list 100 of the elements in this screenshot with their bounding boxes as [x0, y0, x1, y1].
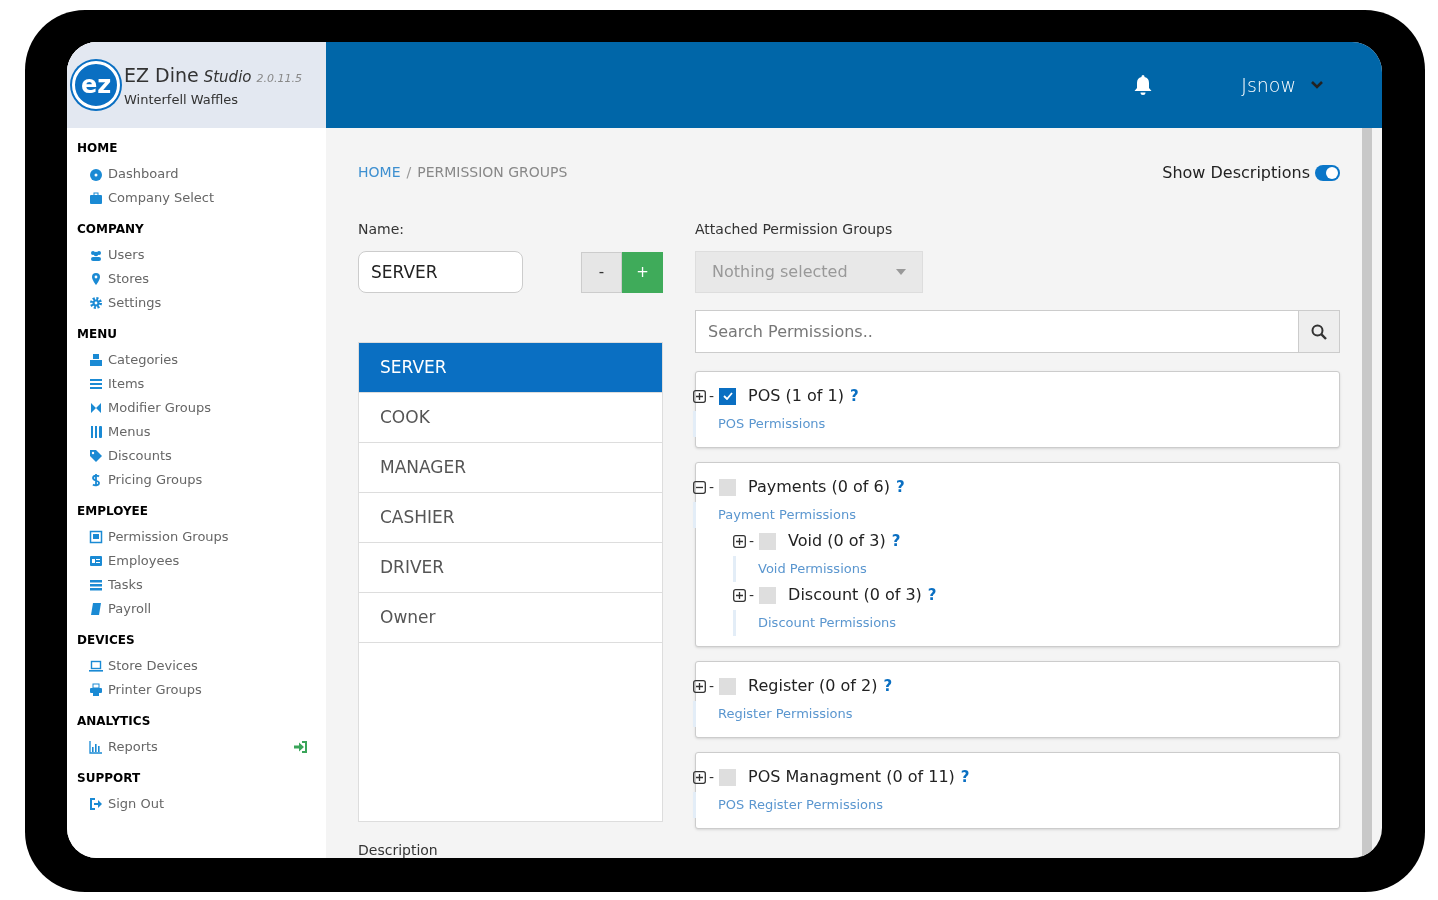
permission-title: POS Managment (0 of 11) [748, 766, 955, 788]
sidebar-item[interactable]: Tasks [89, 575, 143, 595]
tree-dash: - [709, 767, 715, 787]
permission-description: Discount Permissions [757, 614, 897, 633]
checkbox[interactable] [719, 768, 737, 786]
app-version: 2.0.11.5 [256, 71, 302, 87]
section-heading: MENU [77, 326, 118, 343]
help-link[interactable]: ? [960, 765, 970, 789]
permission-description: POS Permissions [717, 415, 826, 434]
breadcrumb-separator: / [406, 162, 412, 182]
sign-out-icon [89, 797, 103, 811]
checkbox[interactable] [719, 677, 737, 695]
permission-description: Register Permissions [717, 705, 853, 724]
sidebar-item[interactable]: Pricing Groups [89, 470, 203, 490]
sidebar-item[interactable]: Modifier Groups [89, 398, 212, 418]
expand-icon[interactable] [693, 389, 706, 403]
group-list-item[interactable]: SERVER [359, 343, 662, 393]
expand-icon[interactable] [693, 679, 706, 693]
sidebar-item[interactable]: Menus [89, 422, 151, 442]
sidebar-item[interactable]: Company Select [89, 188, 215, 208]
search-icon [1311, 323, 1327, 340]
company-name: Winterfell Waffles [124, 90, 240, 109]
sidebar-item[interactable]: Stores [89, 269, 150, 289]
settings-icon [89, 296, 103, 310]
permission-description: Void Permissions [757, 560, 867, 579]
section-heading: SUPPORT [77, 770, 142, 787]
sidebar-item[interactable]: Users [89, 245, 145, 265]
sidebar-item[interactable]: Employees [89, 551, 180, 571]
checkbox[interactable] [719, 387, 737, 405]
search-field[interactable]: Search Permissions.. [695, 310, 1299, 353]
help-link[interactable]: ? [850, 384, 859, 408]
sidebar-item[interactable]: Categories [89, 350, 179, 370]
app-subtitle: Studio [203, 67, 252, 88]
breadcrumb-link[interactable]: HOME [358, 161, 401, 183]
search-button[interactable] [1299, 310, 1340, 353]
sidebar-item[interactable]: Payroll [89, 599, 152, 619]
sidebar-item[interactable]: Settings [89, 293, 162, 313]
expand-icon[interactable] [693, 770, 706, 784]
sidebar-item[interactable]: Reports [89, 737, 158, 757]
show-descriptions-toggle[interactable] [1315, 165, 1340, 181]
remove-button[interactable]: - [581, 251, 622, 293]
help-link[interactable]: ? [895, 475, 905, 499]
permission-title: POS (1 of 1) [748, 385, 844, 407]
sidebar-item[interactable]: Dashboard [89, 164, 179, 184]
expand-icon[interactable] [733, 534, 746, 548]
printer-icon [89, 683, 103, 697]
tasks-icon [89, 578, 103, 592]
section-heading: HOME [77, 140, 119, 157]
section-heading: EMPLOYEE [77, 503, 149, 520]
name-input[interactable]: SERVER [358, 251, 523, 293]
laptop-icon [89, 659, 103, 673]
checkbox[interactable] [759, 532, 777, 550]
tree-dash: - [709, 386, 715, 406]
permission-description: POS Register Permissions [717, 796, 883, 815]
description-label: Description [358, 841, 439, 858]
collapse-icon[interactable] [693, 480, 706, 494]
checkbox[interactable] [759, 586, 777, 604]
section-heading: ANALYTICS [77, 713, 152, 730]
tag-icon [89, 449, 103, 463]
logo: ez [72, 61, 120, 109]
bell-icon[interactable] [1133, 74, 1154, 96]
dollar-icon [89, 473, 103, 487]
show-descriptions-label: Show Descriptions [1162, 162, 1310, 184]
attached-groups-label: Attached Permission Groups [695, 220, 894, 239]
sidebar-item[interactable]: Discounts [89, 446, 172, 466]
help-link[interactable]: ? [891, 529, 901, 553]
caret-icon [896, 269, 906, 275]
help-link[interactable]: ? [927, 583, 937, 607]
briefcase-icon [89, 191, 103, 205]
sidebar-item[interactable]: Permission Groups [89, 527, 229, 547]
list-icon [89, 377, 103, 391]
user-menu[interactable]: Jsnow [1241, 70, 1324, 100]
permission-title: Register (0 of 2) [748, 675, 878, 697]
sidebar-item[interactable]: Printer Groups [89, 680, 202, 700]
permission-description: Payment Permissions [717, 506, 856, 525]
tree-dash: - [709, 676, 715, 696]
name-label: Name: [358, 220, 406, 239]
scrollbar[interactable] [1362, 128, 1372, 858]
tree-dash: - [709, 477, 715, 497]
check-icon [722, 392, 733, 400]
sidebar-item[interactable]: Store Devices [89, 656, 198, 676]
chevron-down-icon [1310, 80, 1324, 90]
sidebar-item[interactable]: Sign Out [89, 794, 165, 814]
id-card-icon [89, 554, 103, 568]
sidebar-item[interactable]: Items [89, 374, 145, 394]
map-pin-icon [89, 272, 103, 286]
tree-dash: - [749, 585, 755, 605]
sign-in-icon[interactable] [293, 740, 308, 754]
expand-icon[interactable] [733, 588, 746, 602]
app-title: EZ Dine [124, 63, 199, 88]
permission-title: Payments (0 of 6) [748, 476, 890, 498]
selection-icon [89, 530, 103, 544]
section-heading: DEVICES [77, 632, 136, 649]
bar-chart-icon [89, 740, 103, 754]
section-heading: COMPANY [77, 221, 145, 238]
breadcrumb-current: PERMISSION GROUPS [417, 162, 568, 182]
help-link[interactable]: ? [883, 674, 893, 698]
permission-title: Discount (0 of 3) [788, 584, 922, 606]
cubes-icon [89, 353, 103, 367]
checkbox[interactable] [719, 478, 737, 496]
